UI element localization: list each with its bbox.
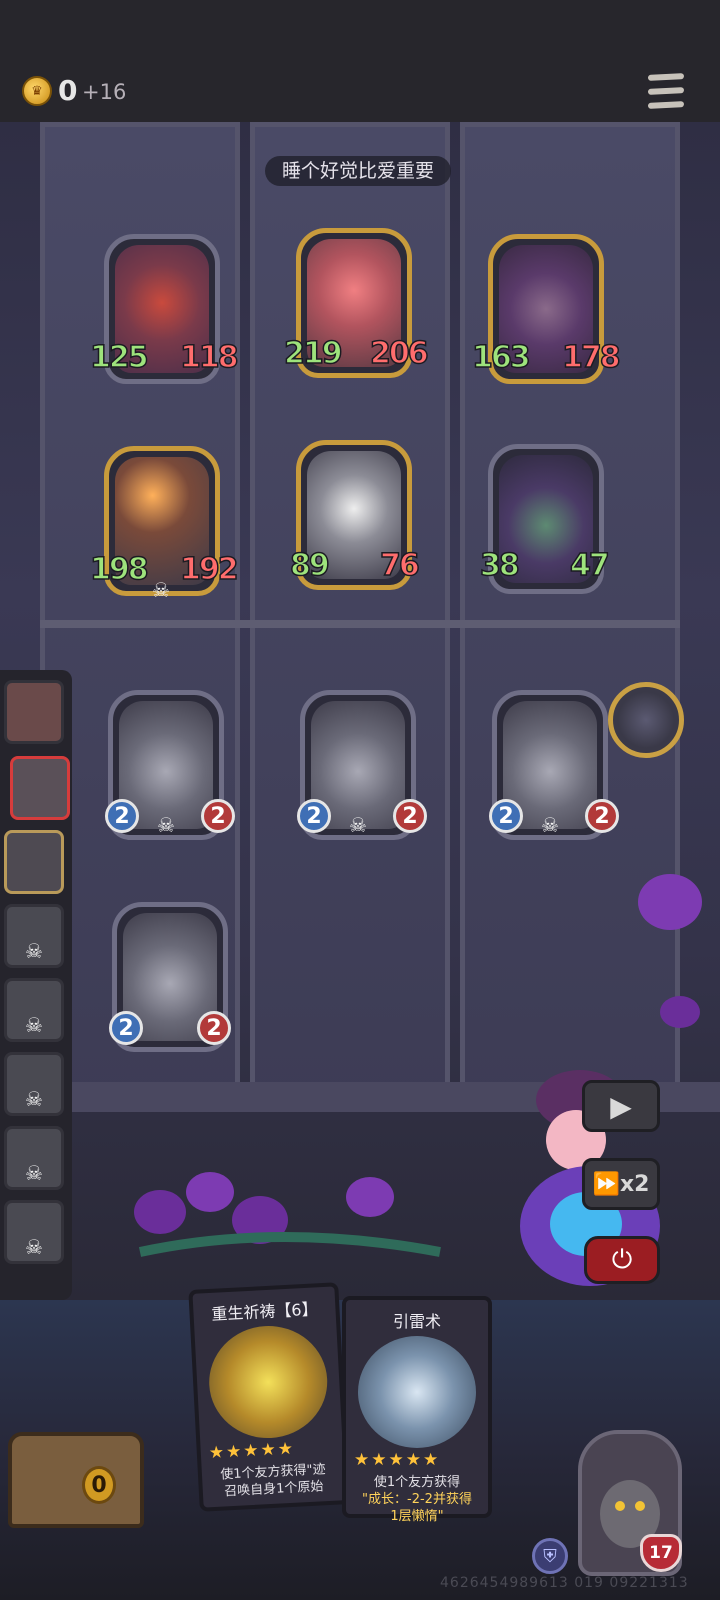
health-value: 192	[179, 551, 239, 588]
queue-slot[interactable]	[4, 680, 64, 744]
skull-icon: ☠	[25, 1087, 43, 1111]
play-icon: ▶	[610, 1089, 632, 1123]
health-value: 178	[561, 339, 621, 376]
skull-icon: ☠	[349, 813, 367, 837]
ally-unit[interactable]: 2 ☠ 2	[105, 690, 235, 840]
hamburger-menu-icon[interactable]	[647, 73, 685, 109]
attack-badge: 2	[297, 799, 331, 833]
queue-slot[interactable]: ☠	[4, 1052, 64, 1116]
gold-count: 0	[58, 74, 78, 107]
play-button[interactable]: ▶	[582, 1080, 660, 1132]
card-art	[206, 1323, 331, 1442]
shield-icon[interactable]: ⛨	[532, 1538, 568, 1574]
speed-button[interactable]: ⏩ x2	[582, 1158, 660, 1210]
card-description: 使1个友方获得"迹 召唤自身1个原始	[208, 1461, 340, 1502]
attack-badge: 2	[489, 799, 523, 833]
window-divider	[40, 620, 680, 628]
health-value: 118	[179, 339, 239, 376]
skull-icon: ☠	[25, 1013, 43, 1037]
skull-icon: ☠	[25, 939, 43, 963]
attack-value: 219	[283, 335, 343, 372]
queue-slot[interactable]	[4, 830, 64, 894]
skull-icon: ☠	[25, 1161, 43, 1185]
ally-unit[interactable]: 2 2	[109, 902, 231, 1052]
queue-slot[interactable]: ☠	[4, 978, 64, 1042]
roses-decoration	[638, 874, 702, 1028]
speed-label: x2	[619, 1171, 650, 1197]
card-desc-line: 1层懒惰"	[390, 1509, 444, 1524]
card-description: 使1个友方获得 "成长：-2-2并获得 1层懒惰"	[352, 1474, 482, 1525]
power-button[interactable]: ⏻	[584, 1236, 660, 1284]
queue-slot[interactable]: ☠	[4, 1126, 64, 1190]
skull-icon: ☠	[25, 1235, 43, 1259]
attack-value: 163	[471, 339, 531, 376]
spell-card[interactable]: 重生祈祷【6】 ★★★★★ 使1个友方获得"迹 召唤自身1个原始	[188, 1282, 350, 1512]
crown-coin-icon: ♛	[22, 76, 52, 106]
queue-slot[interactable]: ☠	[4, 904, 64, 968]
queue-slot[interactable]: ☠	[4, 1200, 64, 1264]
card-desc-line: 使1个友方获得	[373, 1475, 461, 1490]
ally-unit[interactable]: 2 ☠ 2	[489, 690, 619, 840]
skull-icon: ☠	[157, 813, 175, 837]
health-badge: 2	[393, 799, 427, 833]
attack-value: 38	[479, 547, 520, 584]
top-bar: ♛ 0 +16	[0, 0, 720, 124]
queue-slot-selected[interactable]	[10, 756, 70, 820]
treasure-chest[interactable]	[8, 1432, 144, 1528]
attack-value: 198	[89, 551, 149, 588]
attack-value: 89	[289, 547, 330, 584]
card-stars: ★★★★★	[208, 1438, 296, 1464]
health-badge: 2	[201, 799, 235, 833]
spell-card[interactable]: 引雷术 ★★★★★ 使1个友方获得 "成长：-2-2并获得 1层懒惰"	[342, 1296, 492, 1524]
skull-icon: ☠	[541, 813, 559, 837]
gold-income: +16	[82, 80, 127, 104]
health-value: 47	[569, 547, 610, 584]
health-badge: 2	[197, 1011, 231, 1045]
battle-subtitle: 睡个好觉比爱重要	[265, 156, 451, 186]
card-title: 引雷术	[392, 1312, 441, 1331]
ally-unit[interactable]: 2 ☠ 2	[297, 690, 427, 840]
attack-badge: 2	[109, 1011, 143, 1045]
health-badge: 2	[585, 799, 619, 833]
card-stars: ★★★★★	[354, 1450, 441, 1470]
power-icon: ⏻	[611, 1244, 633, 1275]
attack-badge: 2	[105, 799, 139, 833]
card-desc-line: "成长：-2-2并获得	[362, 1492, 472, 1507]
unit-queue-sidebar: ☠ ☠ ☠ ☠ ☠	[0, 670, 72, 1300]
pocket-watch-icon[interactable]	[608, 682, 684, 758]
health-value: 76	[379, 547, 420, 584]
roses-decoration	[134, 1172, 441, 1257]
watermark: 4626454989613 019 09221313	[440, 1575, 689, 1591]
attack-value: 125	[89, 339, 149, 376]
chest-count: 0	[82, 1466, 116, 1504]
fast-forward-icon: ⏩	[592, 1171, 620, 1197]
card-art	[358, 1336, 476, 1448]
card-title: 重生祈祷【6】	[211, 1299, 319, 1324]
health-value: 206	[369, 335, 429, 372]
skull-icon: ☠	[152, 578, 170, 602]
